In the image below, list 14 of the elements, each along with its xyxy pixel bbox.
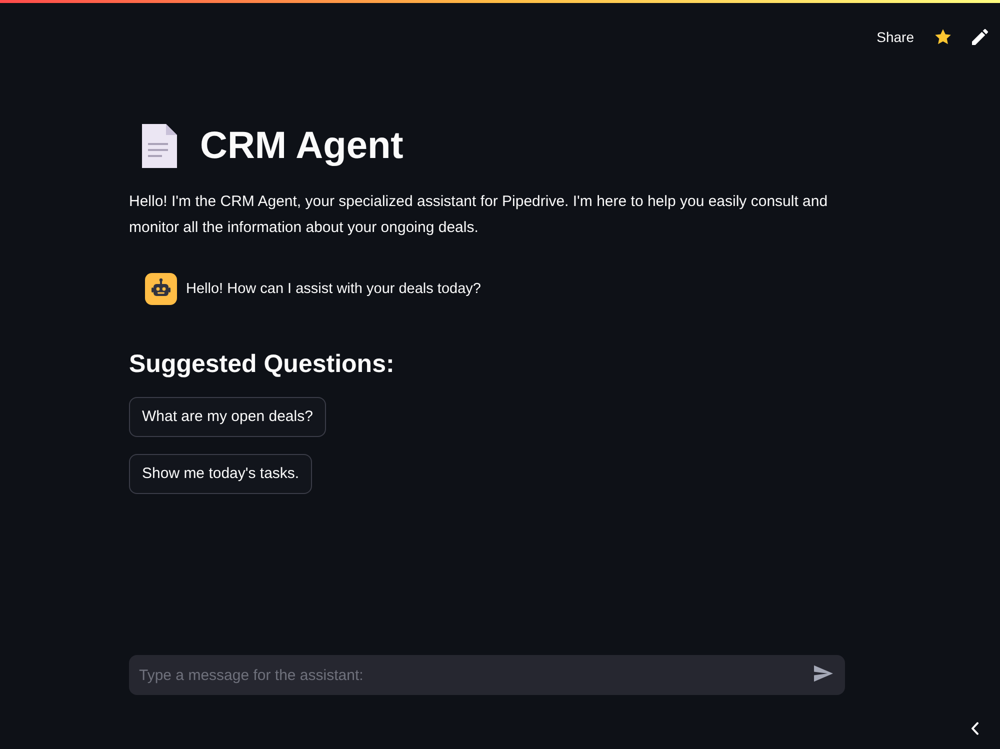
chat-input-field[interactable]: Type a message for the assistant:	[129, 655, 845, 695]
document-icon	[140, 123, 178, 169]
page-title: CRM Agent	[200, 124, 404, 169]
intro-paragraph: Hello! I'm the CRM Agent, your specialized assistant for Pipedrive. I'm here to help you easily consult and monitor all the information about your ongoing deals.	[129, 192, 829, 238]
suggested-question-button[interactable]: What are my open deals?	[129, 397, 326, 437]
robot-avatar-icon	[145, 273, 177, 305]
suggested-question-button[interactable]: Show me today's tasks.	[129, 454, 312, 494]
star-icon[interactable]	[934, 28, 952, 46]
send-icon[interactable]	[814, 665, 833, 682]
chevron-left-icon[interactable]	[971, 722, 979, 735]
share-button[interactable]: Share	[876, 23, 914, 51]
chat-message: Hello! How can I assist with your deals today?	[186, 280, 481, 299]
suggestions-heading: Suggested Questions:	[129, 349, 396, 380]
pencil-icon[interactable]	[972, 29, 988, 45]
